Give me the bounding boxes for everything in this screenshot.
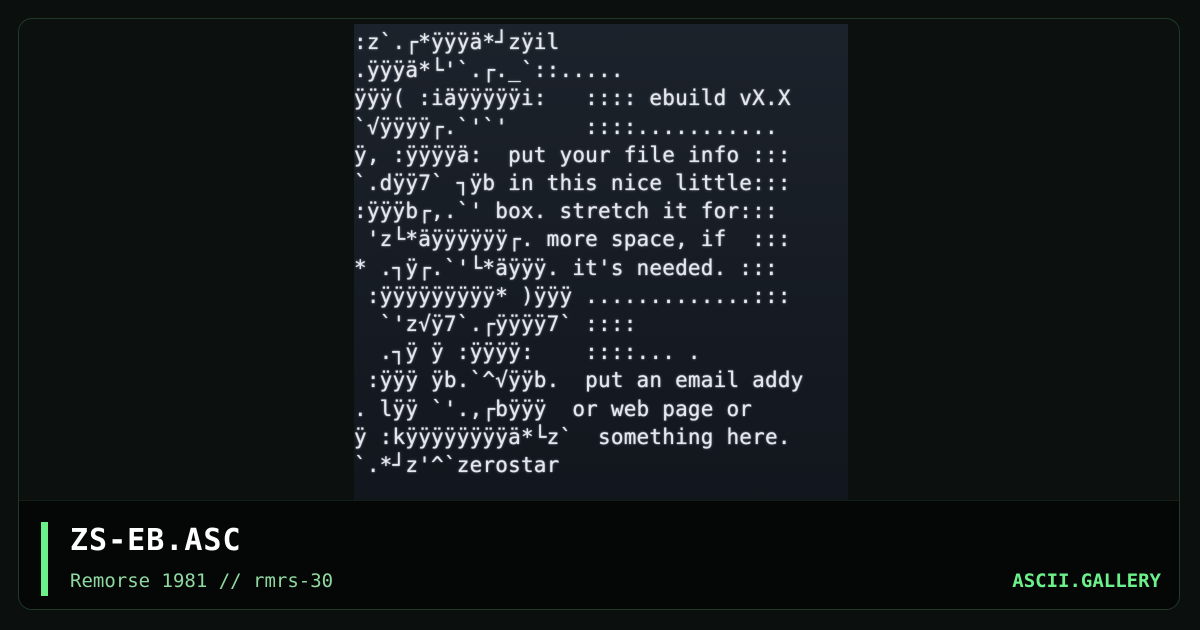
art-subtitle: Remorse 1981 // rmrs-30 [70, 570, 334, 592]
preview-card: :z`.┌*ÿÿÿä*┘zÿil .ÿÿÿä*└'`.┌._`::..... ÿ… [18, 18, 1180, 610]
ascii-art-text: :z`.┌*ÿÿÿä*┘zÿil .ÿÿÿä*└'`.┌._`::..... ÿ… [354, 30, 804, 478]
accent-bar [41, 522, 48, 596]
art-title: ZS-EB.ASC [70, 523, 242, 558]
footer-bar: ZS-EB.ASC Remorse 1981 // rmrs-30 ASCII.… [19, 500, 1179, 609]
ascii-art-panel: :z`.┌*ÿÿÿä*┘zÿil .ÿÿÿä*└'`.┌._`::..... ÿ… [354, 24, 848, 500]
site-brand-link[interactable]: ASCII.GALLERY [1012, 570, 1161, 592]
